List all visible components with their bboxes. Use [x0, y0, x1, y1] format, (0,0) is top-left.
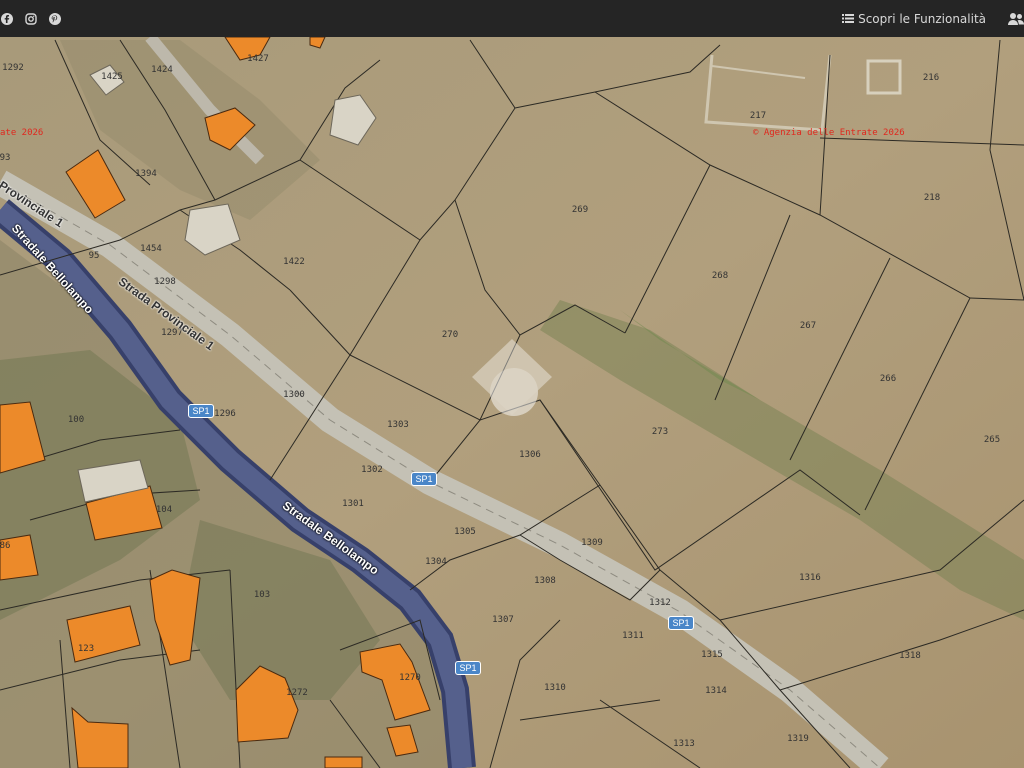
- parcel-label: 1298: [154, 277, 176, 287]
- parcel-label: 218: [923, 193, 941, 203]
- parcel-label: 100: [67, 415, 85, 425]
- instagram-icon[interactable]: [24, 12, 38, 26]
- parcel-label: 1314: [705, 686, 727, 696]
- parcel-label: 1422: [283, 257, 305, 267]
- road-badge: SP1: [668, 616, 694, 630]
- parcel-label: 270: [441, 330, 459, 340]
- parcel-label: 1309: [581, 538, 603, 548]
- parcel-label: 1305: [454, 527, 476, 537]
- parcel-label: 216: [922, 73, 940, 83]
- cadastral-map[interactable]: 1292 1425 1424 1427 1394 1454 1298 1297 …: [0, 37, 1024, 768]
- parcel-label: 95: [88, 251, 100, 261]
- parcel-label: 217: [749, 111, 767, 121]
- parcel-label: 103: [253, 590, 271, 600]
- parcel-label: 1301: [342, 499, 364, 509]
- features-link-label: Scopri le Funzionalità: [858, 11, 986, 26]
- social-links: [0, 12, 62, 26]
- users-icon[interactable]: [1008, 12, 1024, 26]
- facebook-icon[interactable]: [0, 12, 14, 26]
- topbar-right: Scopri le Funzionalità: [842, 12, 1024, 26]
- parcel-label: 265: [983, 435, 1001, 445]
- parcel-label: 1424: [151, 65, 173, 75]
- parcel-label: 1303: [387, 420, 409, 430]
- parcel-label: 1304: [425, 557, 447, 567]
- parcel-label: 1302: [361, 465, 383, 475]
- parcel-label: 269: [571, 205, 589, 215]
- features-link[interactable]: Scopri le Funzionalità: [842, 12, 986, 26]
- parcel-label: 1296: [214, 409, 236, 419]
- parcel-label: 1311: [622, 631, 644, 641]
- parcel-label: 1319: [787, 734, 809, 744]
- road-badge: SP1: [188, 404, 214, 418]
- parcel-label: 1394: [135, 169, 157, 179]
- parcel-label: 1318: [899, 651, 921, 661]
- parcel-label: 266: [879, 374, 897, 384]
- parcel-label: 1307: [492, 615, 514, 625]
- parcel-label: 1312: [649, 598, 671, 608]
- parcel-label: 1313: [673, 739, 695, 749]
- parcel-label: 268: [711, 271, 729, 281]
- pinterest-icon[interactable]: [48, 12, 62, 26]
- parcel-label: 104: [155, 505, 173, 515]
- watermark-fragment: ate 2026: [0, 128, 44, 138]
- road-badge: SP1: [455, 661, 481, 675]
- parcel-label: 1272: [286, 688, 308, 698]
- parcel-label: 93: [0, 153, 11, 163]
- parcel-label: 1292: [2, 63, 24, 73]
- parcel-label: 1315: [701, 650, 723, 660]
- location-pin-icon: [472, 339, 552, 416]
- parcel-label: 1310: [544, 683, 566, 693]
- list-icon: [842, 14, 855, 23]
- top-navigation-bar: Scopri le Funzionalità: [0, 0, 1024, 37]
- parcel-label: 1454: [140, 244, 162, 254]
- parcel-label: 86: [0, 541, 11, 551]
- parcel-label: 267: [799, 321, 817, 331]
- parcel-label: 1308: [534, 576, 556, 586]
- road-badge: SP1: [411, 472, 437, 486]
- parcel-label: 273: [651, 427, 669, 437]
- parcel-label: 1270: [399, 673, 421, 683]
- parcel-label: 1316: [799, 573, 821, 583]
- watermark: © Agenzia delle Entrate 2026: [753, 128, 905, 138]
- parcel-label: 1306: [519, 450, 541, 460]
- parcel-label: 1425: [101, 72, 123, 82]
- parcel-label: 1427: [247, 54, 269, 64]
- parcel-label: 123: [77, 644, 95, 654]
- parcel-label: 1300: [283, 390, 305, 400]
